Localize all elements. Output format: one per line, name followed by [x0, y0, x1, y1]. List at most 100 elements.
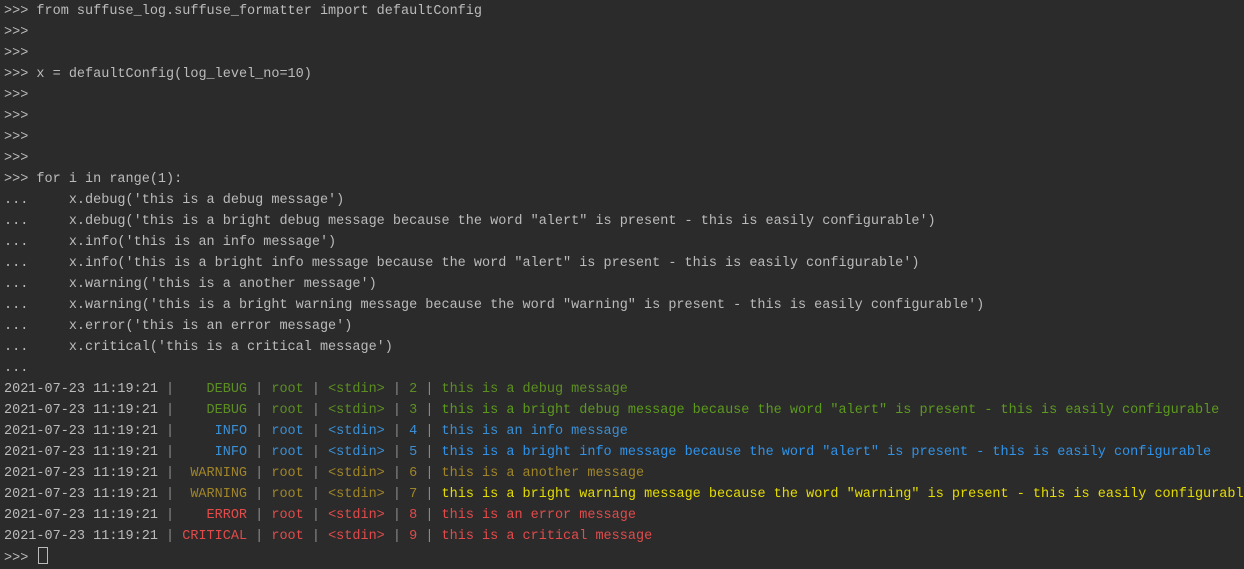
console-input-line: ... x.error('this is an error message') [4, 316, 1244, 337]
log-line-number: 8 [409, 508, 418, 523]
separator: | [384, 445, 410, 460]
prompt: >>> [4, 67, 29, 82]
separator: | [247, 445, 272, 460]
log-source: <stdin> [328, 403, 385, 418]
separator: | [384, 382, 410, 397]
console-input-line: ... x.debug('this is a debug message') [4, 190, 1244, 211]
console-prompt-line[interactable]: >>> [4, 547, 1244, 568]
separator: | [384, 487, 410, 502]
code-text: for i in range(1): [28, 172, 183, 187]
log-timestamp: 2021-07-23 11:19:21 [4, 403, 158, 418]
separator: | [303, 466, 329, 481]
text-cursor[interactable] [38, 547, 49, 564]
separator: | [157, 445, 183, 460]
log-message: this is a bright warning message because… [441, 487, 1244, 502]
prompt: >>> [4, 4, 29, 19]
log-row: 2021-07-23 11:19:21 | INFO | root | <std… [4, 442, 1244, 463]
log-row: 2021-07-23 11:19:21 | ERROR | root | <st… [4, 505, 1244, 526]
separator: | [247, 466, 272, 481]
prompt: ... [4, 193, 29, 208]
log-timestamp: 2021-07-23 11:19:21 [4, 466, 158, 481]
log-logger: root [271, 508, 304, 523]
log-level: CRITICAL [182, 529, 248, 544]
python-console[interactable]: >>> from suffuse_log.suffuse_formatter i… [0, 0, 1244, 568]
log-logger: root [271, 403, 304, 418]
prompt: >>> [4, 46, 29, 61]
log-source: <stdin> [328, 424, 385, 439]
log-line-number: 7 [409, 487, 418, 502]
code-text: x.error('this is an error message') [28, 319, 353, 334]
log-message: this is a bright info message because th… [441, 445, 1212, 460]
log-logger: root [271, 487, 304, 502]
separator: | [157, 424, 183, 439]
log-message: this is a bright debug message because t… [441, 403, 1220, 418]
log-logger: root [271, 529, 304, 544]
separator: | [247, 487, 272, 502]
log-level: ERROR [206, 508, 248, 523]
prompt: ... [4, 361, 29, 376]
console-input-line: >>> from suffuse_log.suffuse_formatter i… [4, 1, 1244, 22]
log-row: 2021-07-23 11:19:21 | INFO | root | <std… [4, 421, 1244, 442]
console-input-line: >>> x = defaultConfig(log_level_no=10) [4, 64, 1244, 85]
prompt: ... [4, 319, 29, 334]
log-message: this is a debug message [441, 382, 628, 397]
console-input-line: >>> [4, 85, 1244, 106]
prompt: ... [4, 214, 29, 229]
log-line-number: 2 [409, 382, 418, 397]
code-text: x.info('this is an info message') [28, 235, 337, 250]
separator: | [157, 403, 183, 418]
prompt: ... [4, 235, 29, 250]
log-message: this is a another message [441, 466, 645, 481]
separator: | [157, 487, 183, 502]
prompt: ... [4, 277, 29, 292]
separator: | [247, 508, 272, 523]
log-row: 2021-07-23 11:19:21 | WARNING | root | <… [4, 463, 1244, 484]
log-timestamp: 2021-07-23 11:19:21 [4, 529, 158, 544]
log-logger: root [271, 382, 304, 397]
separator: | [384, 424, 410, 439]
log-logger: root [271, 424, 304, 439]
log-level: INFO [214, 445, 248, 460]
console-input-line: ... [4, 358, 1244, 379]
log-message: this is an info message [441, 424, 628, 439]
separator: | [417, 382, 442, 397]
log-level: DEBUG [206, 403, 248, 418]
separator: | [247, 382, 272, 397]
separator: | [417, 424, 442, 439]
separator: | [157, 529, 183, 544]
separator: | [303, 424, 329, 439]
separator: | [157, 382, 183, 397]
log-row: 2021-07-23 11:19:21 | DEBUG | root | <st… [4, 400, 1244, 421]
separator: | [157, 466, 183, 481]
prompt: >>> [4, 130, 29, 145]
prompt: >>> [4, 88, 29, 103]
log-line-number: 9 [409, 529, 418, 544]
separator: | [247, 529, 272, 544]
prompt: ... [4, 256, 29, 271]
separator: | [247, 403, 272, 418]
separator: | [417, 529, 442, 544]
prompt: >>> [4, 551, 29, 566]
prompt: ... [4, 298, 29, 313]
log-source: <stdin> [328, 508, 385, 523]
separator: | [417, 487, 442, 502]
separator: | [384, 466, 410, 481]
console-input-line: ... x.critical('this is a critical messa… [4, 337, 1244, 358]
code-text: x.warning('this is a another message') [28, 277, 377, 292]
log-level: WARNING [190, 487, 248, 502]
log-logger: root [271, 445, 304, 460]
console-input-line: >>> [4, 148, 1244, 169]
log-logger: root [271, 466, 304, 481]
separator: | [417, 466, 442, 481]
separator: | [303, 508, 329, 523]
separator: | [384, 529, 410, 544]
console-input-line: >>> [4, 43, 1244, 64]
separator: | [417, 403, 442, 418]
code-text: x.warning('this is a bright warning mess… [28, 298, 985, 313]
log-timestamp: 2021-07-23 11:19:21 [4, 424, 158, 439]
prompt: >>> [4, 109, 29, 124]
prompt: >>> [4, 151, 29, 166]
log-level: WARNING [190, 466, 248, 481]
separator: | [417, 508, 442, 523]
log-source: <stdin> [328, 382, 385, 397]
